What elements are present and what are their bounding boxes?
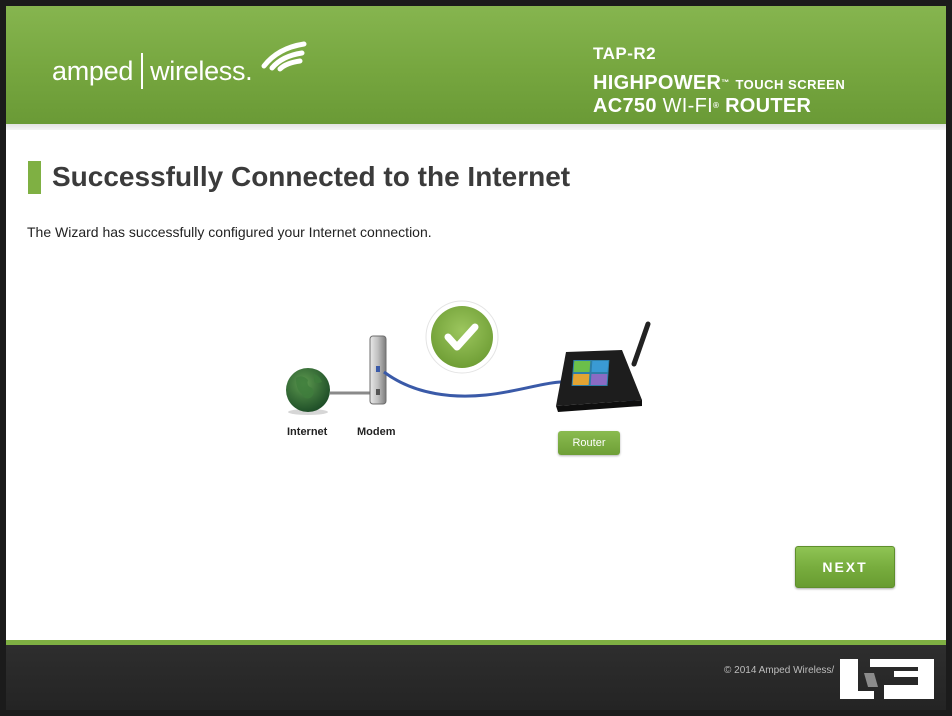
product-model: TAP-R2 <box>593 44 657 63</box>
footer: © 2014 Amped Wireless/ <box>6 645 946 710</box>
connection-diagram: Internet Modem Router <box>276 294 666 464</box>
brand-name-right: wireless. <box>150 55 253 86</box>
globe-icon <box>286 368 330 415</box>
router-icon <box>556 321 651 412</box>
wireless-waves-icon <box>261 41 307 72</box>
app-window: amped wireless. TAP-R2 HIGHPOWER™ TOUCH … <box>6 6 946 710</box>
copyright-text: © 2014 Amped Wireless/ <box>724 665 835 676</box>
brand-divider <box>141 53 144 89</box>
product-line-ac750: AC750 WI-FI® ROUTER <box>593 95 845 117</box>
page-description: The Wizard has successfully configured y… <box>27 224 432 240</box>
title-accent-bar <box>28 161 41 194</box>
page-title: Successfully Connected to the Internet <box>52 161 571 192</box>
modem-label: Modem <box>357 426 396 438</box>
brand-logo: amped wireless. <box>52 41 307 96</box>
product-wifi: WI-FI <box>662 95 713 117</box>
header-divider <box>6 124 946 130</box>
product-touch-screen: TOUCH SCREEN <box>735 77 846 92</box>
product-ac750: AC750 <box>593 95 657 117</box>
diagram-graphic <box>286 300 651 415</box>
registered-mark: ® <box>713 101 720 110</box>
header: amped wireless. TAP-R2 HIGHPOWER™ TOUCH … <box>6 6 946 124</box>
router-label-badge: Router <box>558 431 620 455</box>
internet-label: Internet <box>287 426 328 438</box>
brand-name-left: amped <box>52 55 134 86</box>
product-highpower: HIGHPOWER <box>593 72 722 94</box>
watermark-logo <box>840 659 934 699</box>
product-title: TAP-R2 HIGHPOWER™ TOUCH SCREEN AC750 WI-… <box>593 44 845 117</box>
next-button[interactable]: NEXT <box>795 546 895 588</box>
check-circle-icon <box>425 300 499 374</box>
product-router: ROUTER <box>725 95 812 117</box>
trademark-mark: ™ <box>721 78 730 87</box>
modem-icon <box>369 335 387 405</box>
product-line-highpower: HIGHPOWER™ TOUCH SCREEN <box>593 73 845 95</box>
